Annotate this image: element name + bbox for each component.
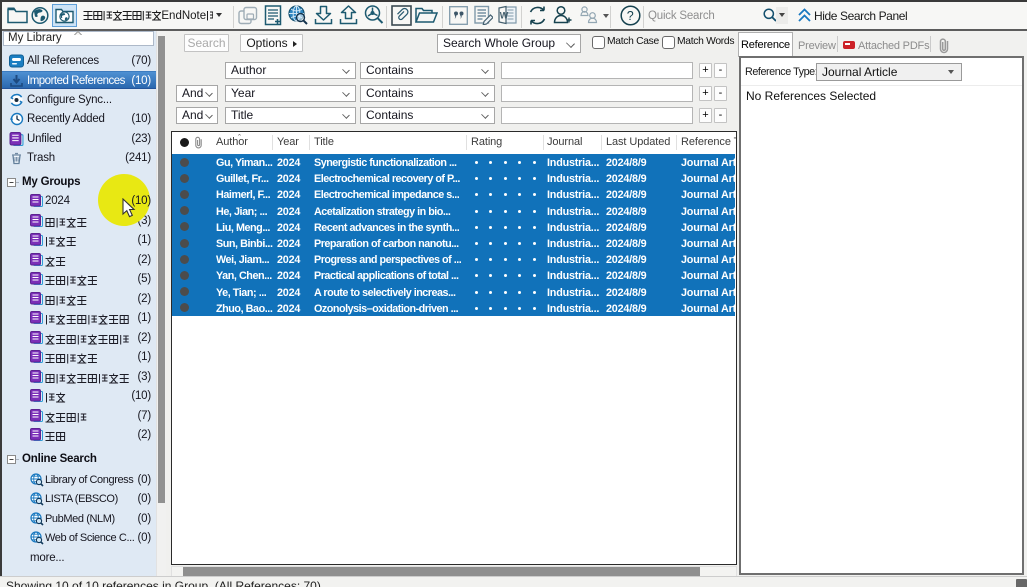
svg-text:W: W [500, 11, 509, 21]
svg-text:?: ? [627, 9, 634, 23]
